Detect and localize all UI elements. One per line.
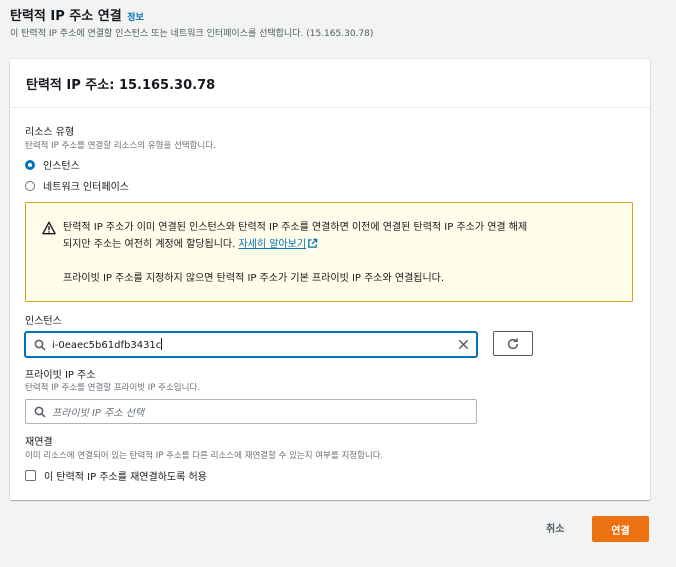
instance-label: 인스턴스 [25,316,62,327]
instance-search-input[interactable]: i-0eaec5b61dfb3431c [25,332,477,357]
radio-network-interface-button[interactable] [25,180,35,191]
alert-text-line2-body: 되지만 주소는 여전히 계정에 할당됩니다. [63,239,239,250]
radio-instance-label: 인스턴스 [43,161,80,172]
panel-title: 탄력적 IP 주소: 15.165.30.78 [10,59,650,108]
page-description: 이 탄력적 IP 주소에 연결할 인스턴스 또는 네트워크 인터페이스를 선택합… [10,29,374,39]
alert-text-line3: 프라이빗 IP 주소를 지정하지 않으면 탄력적 IP 주소가 기본 프라이빗 … [63,273,445,284]
radio-instance[interactable]: 인스턴스 [25,157,80,172]
instance-input-value: i-0eaec5b61dfb3431c [52,338,163,351]
resource-type-description: 탄력적 IP 주소를 연결할 리소스의 유형을 선택합니다. [25,141,216,151]
info-link[interactable]: 정보 [127,13,144,23]
reassociation-checkbox-label: 이 탄력적 IP 주소를 재연결하도록 허용 [44,472,207,483]
alert-text-line2: 되지만 주소는 여전히 계정에 할당됩니다. 자세히 알아보기 [63,236,318,253]
search-icon [34,406,46,418]
reassociation-description: 이미 리소스에 연결되어 있는 탄력적 IP 주소를 다른 리소스에 재연결할 … [25,451,384,461]
alert-text-line1: 탄력적 IP 주소가 이미 연결된 인스턴스와 탄력적 IP 주소를 연결하면 … [63,222,528,233]
private-ip-search-input[interactable]: 프라이빗 IP 주소 선택 [25,399,477,424]
private-ip-label: 프라이빗 IP 주소 [25,370,96,381]
reassociation-label: 재연결 [25,437,53,448]
private-ip-placeholder: 프라이빗 IP 주소 선택 [52,408,145,419]
resource-type-label: 리소스 유형 [25,127,75,138]
warning-alert: 탄력적 IP 주소가 이미 연결된 인스턴스와 탄력적 IP 주소를 연결하면 … [25,202,633,302]
radio-instance-button[interactable] [25,159,35,170]
cancel-button[interactable]: 취소 [546,520,564,535]
learn-more-link[interactable]: 자세히 알아보기 [238,239,306,250]
search-icon [34,339,46,351]
associate-panel: 탄력적 IP 주소: 15.165.30.78 리소스 유형 탄력적 IP 주소… [10,59,650,500]
clear-icon[interactable] [458,339,469,350]
radio-network-interface[interactable]: 네트워크 인터페이스 [25,178,129,193]
reassociation-checkbox-row[interactable]: 이 탄력적 IP 주소를 재연결하도록 허용 [25,468,207,483]
page-title-text: 탄력적 IP 주소 연결 [10,9,122,24]
private-ip-description: 탄력적 IP 주소를 연결할 프라이빗 IP 주소입니다. [25,383,200,393]
associate-button[interactable]: 연결 [592,516,649,542]
refresh-icon [507,337,519,349]
text-caret [161,338,163,350]
page-title: 탄력적 IP 주소 연결 정보 [10,5,144,24]
refresh-button[interactable] [493,331,533,356]
external-link-icon[interactable] [307,238,318,249]
reassociation-checkbox[interactable] [25,470,36,481]
warning-icon [42,221,56,235]
radio-network-interface-label: 네트워크 인터페이스 [43,182,129,193]
